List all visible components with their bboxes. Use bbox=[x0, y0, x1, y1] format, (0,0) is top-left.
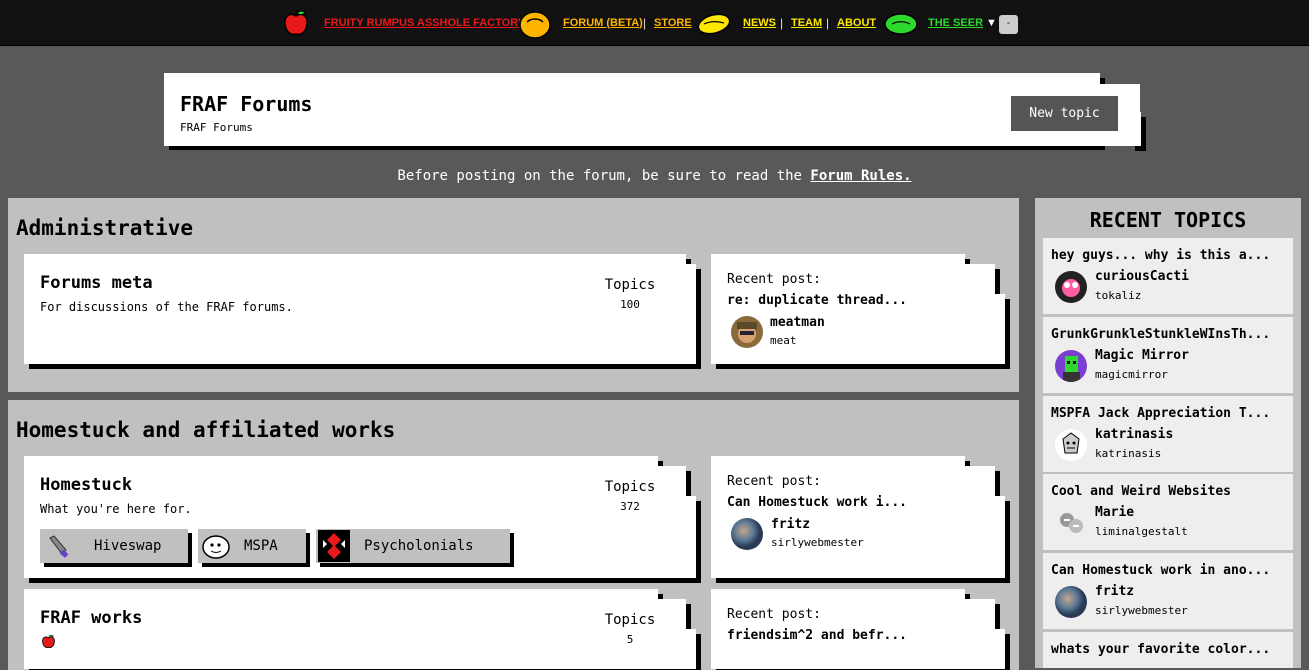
new-topic-button[interactable]: New topic bbox=[1011, 96, 1118, 131]
recent-topic-user[interactable]: curiousCacti bbox=[1095, 269, 1189, 284]
forum-description: What you're here for. bbox=[40, 502, 192, 516]
nav-link-team[interactable]: TEAM bbox=[791, 17, 822, 29]
recent-topics-sidebar: RECENT TOPICS hey guys... why is this a.… bbox=[1035, 198, 1301, 668]
hiveswap-icon bbox=[42, 530, 74, 562]
recent-topic-item[interactable]: Can Homestuck work in ano... fritz sirly… bbox=[1043, 553, 1293, 629]
recent-topic-title[interactable]: hey guys... why is this a... bbox=[1051, 248, 1270, 263]
subforum-label: Psycholonials bbox=[364, 538, 474, 554]
recent-post-title[interactable]: friendsim^2 and befr... bbox=[727, 628, 907, 643]
nav-link-store[interactable]: STORE bbox=[654, 17, 692, 29]
psycholonials-icon bbox=[318, 530, 350, 562]
recent-topic-item[interactable]: whats your favorite color... bbox=[1043, 632, 1293, 668]
apple-icon bbox=[284, 9, 308, 36]
nav-link-the-seer[interactable]: THE SEER bbox=[928, 17, 983, 29]
recent-post-title[interactable]: Can Homestuck work i... bbox=[727, 495, 907, 510]
recent-topic-user[interactable]: katrinasis bbox=[1095, 427, 1173, 442]
recent-post-handle: meat bbox=[770, 334, 797, 347]
page-title: FRAF Forums bbox=[180, 92, 313, 116]
forum-name[interactable]: FRAF works bbox=[40, 608, 142, 628]
recent-topic-handle: tokaliz bbox=[1095, 289, 1142, 302]
avatar[interactable] bbox=[731, 316, 763, 348]
recent-topic-handle: sirlywebmester bbox=[1095, 604, 1188, 617]
avatar[interactable] bbox=[1055, 429, 1087, 461]
recent-post-title[interactable]: re: duplicate thread... bbox=[727, 293, 907, 308]
forum-name[interactable]: Forums meta bbox=[40, 273, 153, 293]
recent-topic-item[interactable]: Cool and Weird Websites Marie liminalges… bbox=[1043, 474, 1293, 550]
recent-topic-item[interactable]: GrunkGrunkleStunkleWInsTh... Magic Mirro… bbox=[1043, 317, 1293, 393]
topics-label: Topics bbox=[604, 479, 656, 495]
avatar[interactable] bbox=[1055, 507, 1087, 539]
forum-name[interactable]: Homestuck bbox=[40, 475, 132, 495]
recent-topic-handle: magicmirror bbox=[1095, 368, 1168, 381]
subforum-hiveswap[interactable]: Hiveswap bbox=[40, 529, 188, 563]
recent-post-user[interactable]: fritz bbox=[771, 517, 810, 532]
recent-topic-title[interactable]: GrunkGrunkleStunkleWInsTh... bbox=[1051, 327, 1270, 342]
nav-link-about[interactable]: ABOUT bbox=[837, 17, 876, 29]
lime-icon bbox=[884, 13, 918, 35]
recent-post-handle: sirlywebmester bbox=[771, 536, 864, 549]
nav-separator: | bbox=[780, 15, 784, 30]
recent-topic-user[interactable]: Magic Mirror bbox=[1095, 348, 1189, 363]
topics-label: Topics bbox=[604, 277, 656, 293]
nav-link-forum[interactable]: FORUM (BETA) bbox=[563, 17, 643, 29]
top-navigation-bar: FRUITY RUMPUS ASSHOLE FACTORY FORUM (BET… bbox=[0, 0, 1309, 46]
avatar[interactable] bbox=[1055, 271, 1087, 303]
sidebar-title: RECENT TOPICS bbox=[1089, 208, 1247, 232]
recent-topic-title[interactable]: Cool and Weird Websites bbox=[1051, 484, 1231, 499]
avatar[interactable] bbox=[1055, 586, 1087, 618]
subforum-label: MSPA bbox=[244, 538, 278, 554]
forum-rules-link[interactable]: Forum Rules. bbox=[810, 168, 911, 184]
topics-label: Topics bbox=[604, 612, 656, 628]
recent-post-label: Recent post: bbox=[727, 607, 821, 622]
recent-topic-title[interactable]: Can Homestuck work in ano... bbox=[1051, 563, 1270, 578]
avatar[interactable] bbox=[731, 518, 763, 550]
notice-text: Before posting on the forum, be sure to … bbox=[397, 168, 811, 184]
apple-icon bbox=[42, 634, 55, 649]
chevron-down-icon[interactable]: ▼ bbox=[986, 17, 997, 29]
topics-count: 100 bbox=[620, 298, 640, 311]
lemon-icon bbox=[697, 13, 731, 35]
forum-notice: Before posting on the forum, be sure to … bbox=[0, 168, 1309, 184]
nav-link-news[interactable]: NEWS bbox=[743, 17, 776, 29]
orange-icon bbox=[519, 11, 551, 39]
topics-count: 5 bbox=[626, 633, 634, 646]
category-title: Administrative bbox=[16, 216, 194, 240]
nav-separator: | bbox=[826, 15, 830, 30]
recent-topic-handle: katrinasis bbox=[1095, 447, 1162, 460]
nav-link-home[interactable]: FRUITY RUMPUS ASSHOLE FACTORY bbox=[324, 17, 525, 29]
recent-topic-title[interactable]: MSPFA Jack Appreciation T... bbox=[1051, 406, 1270, 421]
collapse-button[interactable]: - bbox=[999, 15, 1018, 34]
recent-post-label: Recent post: bbox=[727, 272, 821, 287]
mspa-icon bbox=[200, 530, 232, 562]
recent-topic-handle: liminalgestalt bbox=[1095, 525, 1188, 538]
breadcrumb[interactable]: FRAF Forums bbox=[180, 121, 253, 134]
recent-post-user[interactable]: meatman bbox=[770, 315, 825, 330]
subforum-label: Hiveswap bbox=[94, 538, 162, 554]
nav-separator: | bbox=[643, 15, 647, 30]
forum-description: For discussions of the FRAF forums. bbox=[40, 300, 293, 314]
subforum-psycholonials[interactable]: Psycholonials bbox=[316, 529, 510, 563]
category-title: Homestuck and affiliated works bbox=[16, 418, 396, 442]
subforum-mspa[interactable]: MSPA bbox=[198, 529, 306, 563]
recent-topic-item[interactable]: MSPFA Jack Appreciation T... katrinasis … bbox=[1043, 396, 1293, 472]
recent-post-label: Recent post: bbox=[727, 474, 821, 489]
recent-topic-item[interactable]: hey guys... why is this a... curiousCact… bbox=[1043, 238, 1293, 314]
topics-count: 372 bbox=[620, 500, 640, 513]
recent-topic-user[interactable]: Marie bbox=[1095, 505, 1134, 520]
avatar[interactable] bbox=[1055, 350, 1087, 382]
recent-topic-user[interactable]: fritz bbox=[1095, 584, 1134, 599]
